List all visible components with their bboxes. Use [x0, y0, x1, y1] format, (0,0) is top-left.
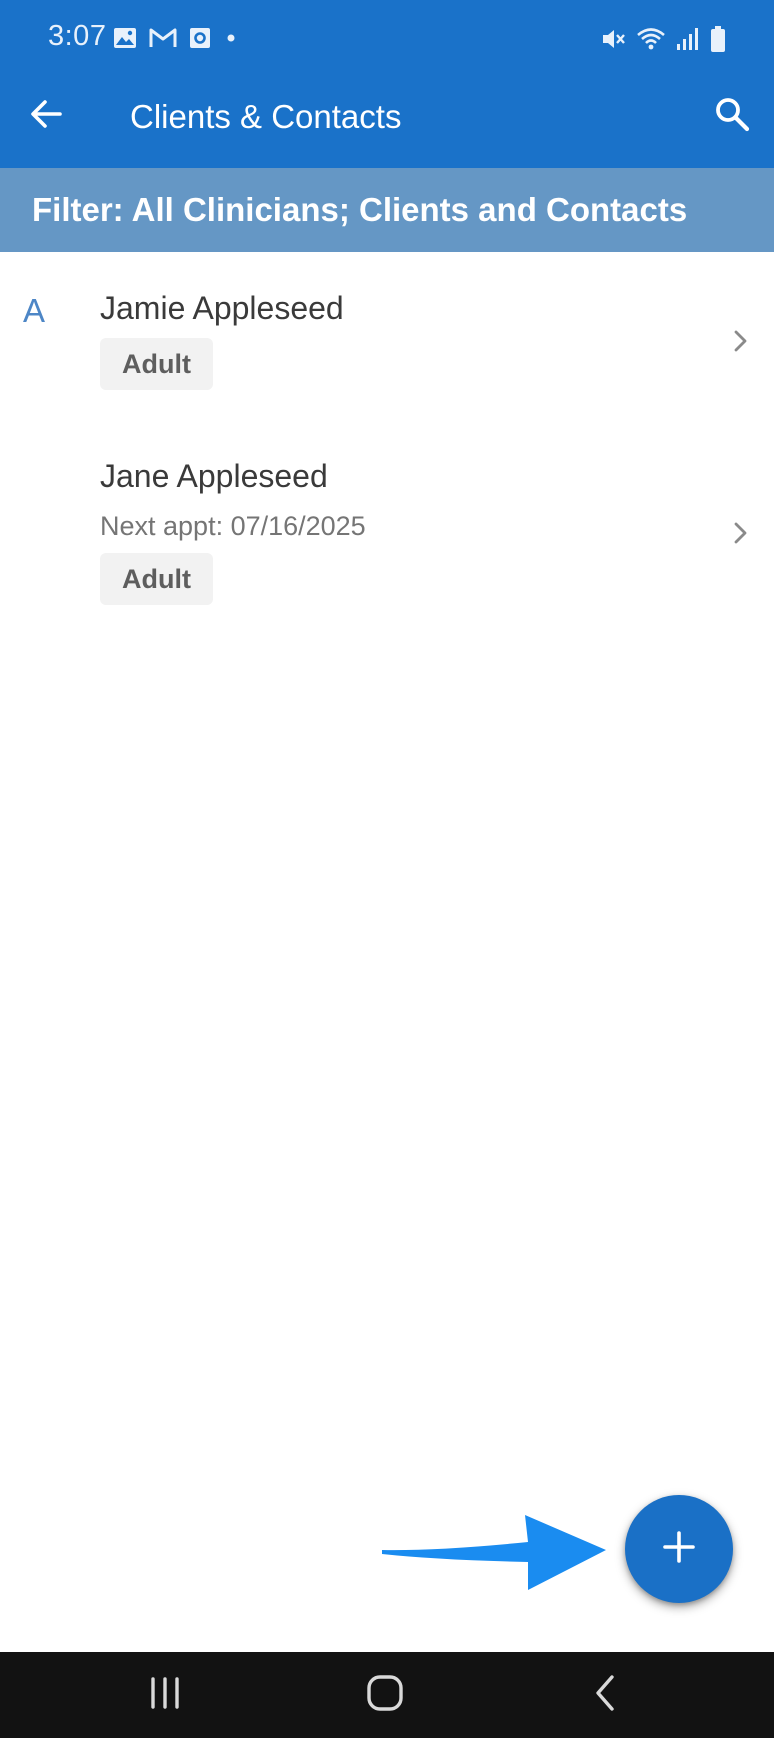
client-row[interactable]: Jamie Appleseed Adult: [0, 270, 774, 420]
add-client-button[interactable]: [625, 1495, 733, 1603]
home-icon: [365, 1674, 405, 1717]
screen: 3:07 Clients & Contacts Filter: All Clin…: [0, 0, 774, 1738]
status-time: 3:07: [48, 20, 107, 52]
gmail-icon: [149, 27, 177, 49]
recent-apps-icon: [145, 1675, 185, 1716]
wifi-icon: [636, 26, 666, 52]
client-name: Jane Appleseed: [100, 458, 328, 494]
signal-icon: [676, 26, 700, 52]
back-button[interactable]: [22, 92, 70, 140]
client-name: Jamie Appleseed: [100, 290, 344, 326]
search-icon: [714, 96, 750, 137]
filter-label: Filter: All Clinicians; Clients and Cont…: [32, 191, 688, 228]
page-title: Clients & Contacts: [130, 98, 402, 135]
plus-icon: [662, 1530, 696, 1569]
search-button[interactable]: [708, 92, 756, 140]
next-appointment: Next appt: 07/16/2025: [100, 511, 366, 541]
chevron-right-icon: [728, 518, 752, 548]
mute-icon: [600, 26, 626, 52]
home-button[interactable]: [353, 1672, 417, 1718]
arrow-right-icon: [378, 1512, 610, 1597]
back-icon: [590, 1674, 620, 1717]
status-system-icons: [600, 24, 726, 54]
recent-apps-button[interactable]: [133, 1672, 197, 1718]
client-type-badge: Adult: [100, 338, 213, 390]
app-bar: Clients & Contacts: [0, 72, 774, 168]
arrow-left-icon: [29, 97, 63, 136]
gallery-icon: [113, 27, 137, 49]
outlook-icon: [189, 27, 211, 49]
client-type-badge: Adult: [100, 553, 213, 605]
status-notification-icons: [113, 24, 239, 52]
client-row[interactable]: Jane Appleseed Next appt: 07/16/2025 Adu…: [0, 440, 774, 620]
dot-icon: [223, 27, 239, 49]
nav-back-button[interactable]: [573, 1672, 637, 1718]
system-nav-bar: [0, 1652, 774, 1738]
battery-icon: [710, 25, 726, 53]
filter-bar[interactable]: Filter: All Clinicians; Clients and Cont…: [0, 168, 774, 252]
status-bar: 3:07: [0, 0, 774, 72]
chevron-right-icon: [728, 326, 752, 356]
